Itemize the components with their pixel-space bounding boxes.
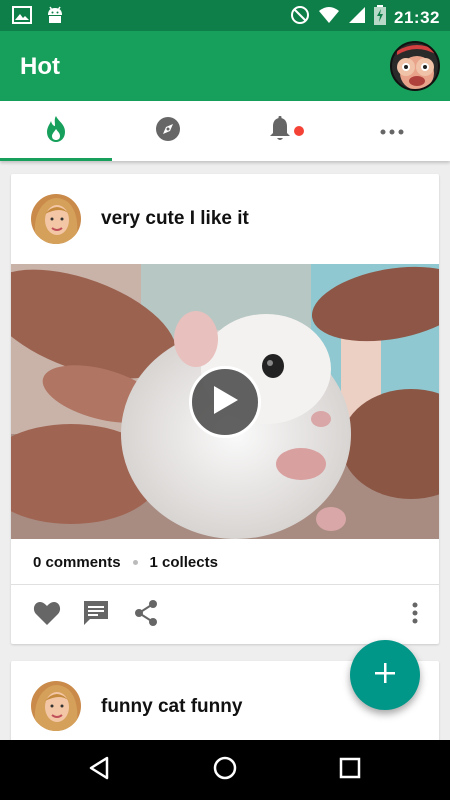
flame-icon (45, 115, 67, 148)
stats-separator (132, 560, 138, 565)
home-button[interactable] (210, 755, 240, 785)
tab-more[interactable] (336, 101, 448, 161)
post-video[interactable] (11, 264, 439, 539)
compass-icon (155, 116, 181, 147)
post-stats: 0 comments 1 collects (33, 554, 218, 571)
tab-bar (0, 101, 450, 161)
share-icon (133, 599, 159, 632)
plus-icon (374, 662, 396, 689)
like-button[interactable] (31, 599, 63, 631)
back-button[interactable] (84, 755, 114, 785)
collects-count[interactable]: 1 collects (150, 554, 218, 571)
more-vertical-icon (412, 602, 418, 629)
page-title: Hot (20, 53, 60, 80)
heart-icon (33, 600, 61, 631)
add-post-button[interactable] (350, 640, 420, 710)
share-button[interactable] (130, 599, 162, 631)
gallery-icon (12, 6, 32, 31)
app-bar: Hot (0, 31, 450, 101)
post-actions (11, 585, 439, 644)
author-avatar[interactable] (31, 681, 81, 731)
comment-icon (82, 599, 110, 632)
signal-icon (348, 6, 366, 29)
comment-button[interactable] (80, 599, 112, 631)
comments-count[interactable]: 0 comments (33, 554, 121, 571)
status-bar: 21:32 (0, 0, 450, 31)
tab-indicator (0, 158, 112, 161)
author-avatar[interactable] (31, 194, 81, 244)
post-title: very cute I like it (101, 208, 249, 229)
back-icon (88, 756, 110, 785)
android-icon (46, 6, 64, 31)
notification-badge (294, 126, 304, 136)
tab-explore[interactable] (112, 101, 224, 161)
post-title: funny cat funny (101, 696, 243, 717)
post-more-button[interactable] (399, 599, 431, 631)
tab-hot[interactable] (0, 101, 112, 161)
tab-notifications[interactable] (224, 101, 336, 161)
clock: 21:32 (394, 7, 440, 27)
system-nav-bar (0, 740, 450, 800)
play-button[interactable] (189, 366, 261, 438)
bell-icon (268, 115, 292, 147)
battery-charging-icon (374, 5, 387, 30)
play-icon (210, 384, 240, 421)
profile-avatar[interactable] (390, 41, 440, 91)
post-card[interactable]: very cute I like it 0 comments 1 collect… (11, 174, 439, 644)
do-not-disturb-icon (290, 5, 310, 30)
recents-icon (339, 757, 361, 784)
more-horizontal-icon (380, 122, 404, 140)
wifi-icon (318, 6, 340, 29)
recents-button[interactable] (335, 755, 365, 785)
home-icon (213, 756, 237, 785)
